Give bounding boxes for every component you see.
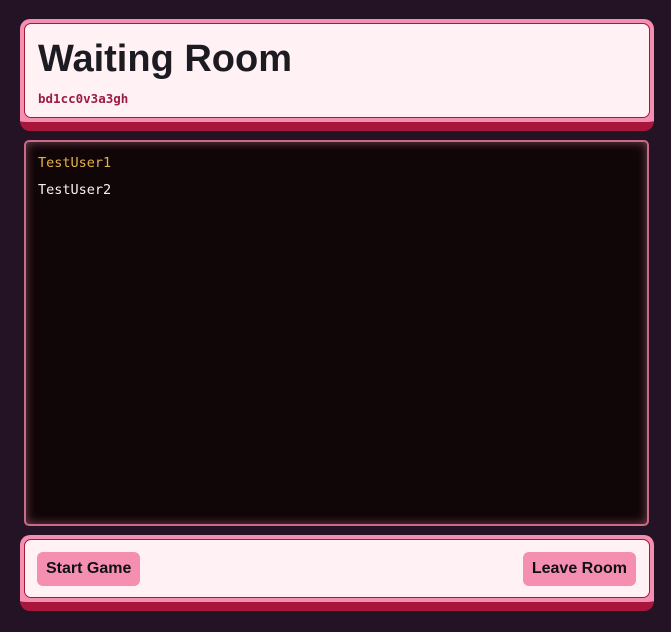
page-title: Waiting Room bbox=[38, 38, 292, 80]
waiting-room-screen: Waiting Room bd1cc0v3a3gh TestUser1 Test… bbox=[0, 0, 671, 632]
leave-room-button[interactable]: Leave Room bbox=[522, 551, 636, 586]
player-item: TestUser2 bbox=[38, 182, 112, 198]
footer-inner: Start Game Leave Room bbox=[24, 539, 650, 598]
start-game-button[interactable]: Start Game bbox=[37, 551, 141, 586]
footer-card: Start Game Leave Room bbox=[20, 535, 654, 611]
player-list: TestUser1 TestUser2 bbox=[24, 140, 649, 526]
header-inner: Waiting Room bd1cc0v3a3gh bbox=[24, 23, 650, 118]
room-code: bd1cc0v3a3gh bbox=[38, 91, 129, 106]
player-item-host: TestUser1 bbox=[38, 155, 112, 171]
header-card: Waiting Room bd1cc0v3a3gh bbox=[20, 19, 654, 131]
